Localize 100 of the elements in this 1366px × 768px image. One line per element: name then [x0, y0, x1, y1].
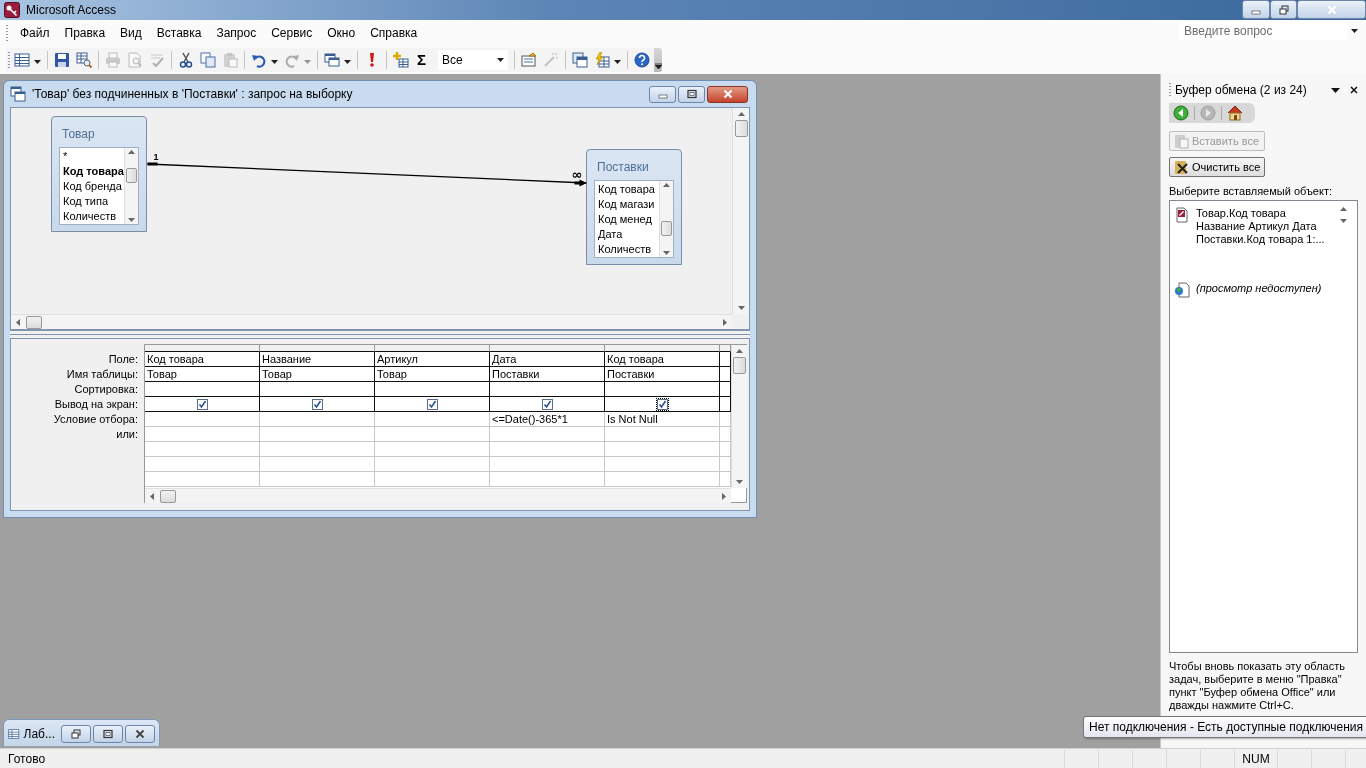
grid-cell[interactable]: Поставки	[605, 367, 720, 382]
grid-cell[interactable]	[145, 397, 260, 412]
horizontal-scrollbar[interactable]	[145, 488, 731, 503]
menu-item[interactable]: Вставка	[150, 24, 208, 42]
scroll-down-icon[interactable]	[736, 480, 743, 484]
grid-cell[interactable]	[605, 382, 720, 397]
clipboard-item[interactable]: Товар.Код товара Название Артикул Дата Поставки.Код товара 1:...	[1196, 207, 1332, 246]
scroll-left-icon[interactable]	[150, 492, 154, 500]
field-item[interactable]: Код товара	[63, 164, 124, 179]
grid-cell[interactable]: Товар	[145, 367, 260, 382]
scroll-thumb[interactable]	[661, 221, 672, 236]
grid-cell[interactable]	[375, 397, 490, 412]
undo-icon[interactable]	[251, 52, 267, 68]
field-item[interactable]: Код типа	[63, 194, 108, 209]
scroll-down-icon[interactable]	[1340, 219, 1347, 223]
clear-all-button[interactable]: Очистить все	[1169, 157, 1265, 177]
add-table-icon[interactable]	[393, 52, 409, 68]
field-item[interactable]: Дата	[598, 227, 623, 242]
grid-cell[interactable]	[490, 382, 605, 397]
filter-combo[interactable]: Все	[438, 50, 508, 70]
properties-icon[interactable]	[521, 52, 537, 68]
scroll-thumb[interactable]	[733, 357, 746, 374]
column-selector[interactable]	[260, 345, 375, 352]
checkbox[interactable]	[656, 398, 668, 410]
grid-cell[interactable]	[145, 382, 260, 397]
grid-cell[interactable]	[260, 382, 375, 397]
caret-icon[interactable]	[497, 58, 504, 62]
field-item[interactable]: Код магази	[598, 197, 655, 212]
column-selector[interactable]	[720, 345, 731, 352]
grid-cell[interactable]	[375, 382, 490, 397]
windows-icon[interactable]	[324, 52, 340, 68]
column-selector[interactable]	[490, 345, 605, 352]
field-item[interactable]: Код товара	[598, 182, 655, 197]
scroll-up-icon[interactable]	[1340, 207, 1347, 211]
grid-cell[interactable]	[260, 397, 375, 412]
vertical-scrollbar[interactable]	[732, 108, 749, 314]
scroll-right-icon[interactable]	[722, 492, 726, 500]
vertical-scrollbar[interactable]	[124, 148, 138, 224]
grid-cell[interactable]	[490, 397, 605, 412]
vertical-scrollbar[interactable]	[731, 345, 747, 488]
grid-cell[interactable]	[605, 397, 720, 412]
minimize-button[interactable]	[1242, 0, 1270, 19]
scroll-left-icon[interactable]	[16, 318, 20, 326]
caret-icon[interactable]	[1331, 87, 1340, 93]
help-icon[interactable]	[634, 52, 650, 68]
grid-cell[interactable]: <=Date()-365*1	[490, 412, 605, 427]
field-item[interactable]: Код бренда	[63, 179, 122, 194]
menu-item[interactable]: Сервис	[265, 24, 319, 42]
help-search-field[interactable]: Введите вопрос	[1179, 22, 1347, 40]
field-list-window[interactable]: Поставки Код товара Код магази Код менед Дата Количеств	[586, 149, 682, 265]
caret-icon[interactable]	[344, 60, 351, 64]
menu-item[interactable]: Файл	[14, 24, 56, 42]
column-selector[interactable]	[145, 345, 260, 352]
lightning-table-icon[interactable]	[594, 52, 610, 68]
scroll-thumb[interactable]	[734, 120, 748, 137]
scroll-up-icon[interactable]	[128, 150, 135, 154]
grid-cell[interactable]: Товар	[260, 367, 375, 382]
database-window-icon[interactable]	[572, 52, 588, 68]
key-icon[interactable]	[4, 2, 20, 18]
grid-cell[interactable]: Название	[260, 352, 375, 367]
maximize-button[interactable]	[93, 725, 123, 743]
copy-icon[interactable]	[200, 52, 216, 68]
column-selector[interactable]	[605, 345, 720, 352]
vertical-scrollbar[interactable]	[659, 181, 673, 257]
menu-item[interactable]: Окно	[321, 24, 362, 42]
relationship-line[interactable]	[146, 162, 588, 187]
field-item[interactable]: Количеств	[63, 209, 117, 224]
grid-cell[interactable]: Поставки	[490, 367, 605, 382]
scissors-icon[interactable]	[178, 52, 194, 68]
checkbox[interactable]	[311, 398, 323, 410]
close-button[interactable]	[125, 725, 155, 743]
totals-button[interactable]: Σ	[415, 52, 428, 68]
grid-cell[interactable]: Дата	[490, 352, 605, 367]
checkbox[interactable]	[196, 398, 208, 410]
caret-icon[interactable]	[34, 60, 41, 64]
datasheet-view-icon[interactable]	[14, 52, 30, 68]
grid-cell[interactable]: Is Not Null	[605, 412, 720, 427]
scroll-down-icon[interactable]	[737, 306, 745, 310]
grid-cell[interactable]: Товар	[375, 367, 490, 382]
caret-icon[interactable]	[1351, 29, 1358, 33]
caret-icon[interactable]	[614, 60, 621, 64]
scroll-up-icon[interactable]	[663, 183, 670, 187]
scroll-down-icon[interactable]	[663, 251, 670, 255]
home-icon[interactable]	[1227, 105, 1243, 121]
clipboard-list[interactable]: Товар.Код товара Название Артикул Дата Поставки.Код товара 1:... (просмотр недоступен)	[1169, 200, 1358, 653]
datasheet-icon[interactable]	[8, 726, 20, 742]
checkbox[interactable]	[541, 398, 553, 410]
pane-splitter[interactable]	[10, 330, 750, 339]
column-selector[interactable]	[375, 345, 490, 352]
field-item[interactable]: Количеств	[598, 242, 652, 257]
close-button[interactable]	[707, 85, 748, 103]
clipboard-item[interactable]: (просмотр недоступен)	[1196, 282, 1332, 295]
menu-item[interactable]: Справка	[364, 24, 424, 42]
grid-cell[interactable]: Артикул	[375, 352, 490, 367]
horizontal-scrollbar[interactable]	[11, 314, 732, 329]
close-icon[interactable]	[1350, 86, 1358, 94]
menu-item[interactable]: Правка	[58, 24, 112, 42]
restore-button[interactable]	[61, 725, 91, 743]
scroll-thumb[interactable]	[160, 489, 176, 503]
scroll-up-icon[interactable]	[737, 112, 745, 116]
